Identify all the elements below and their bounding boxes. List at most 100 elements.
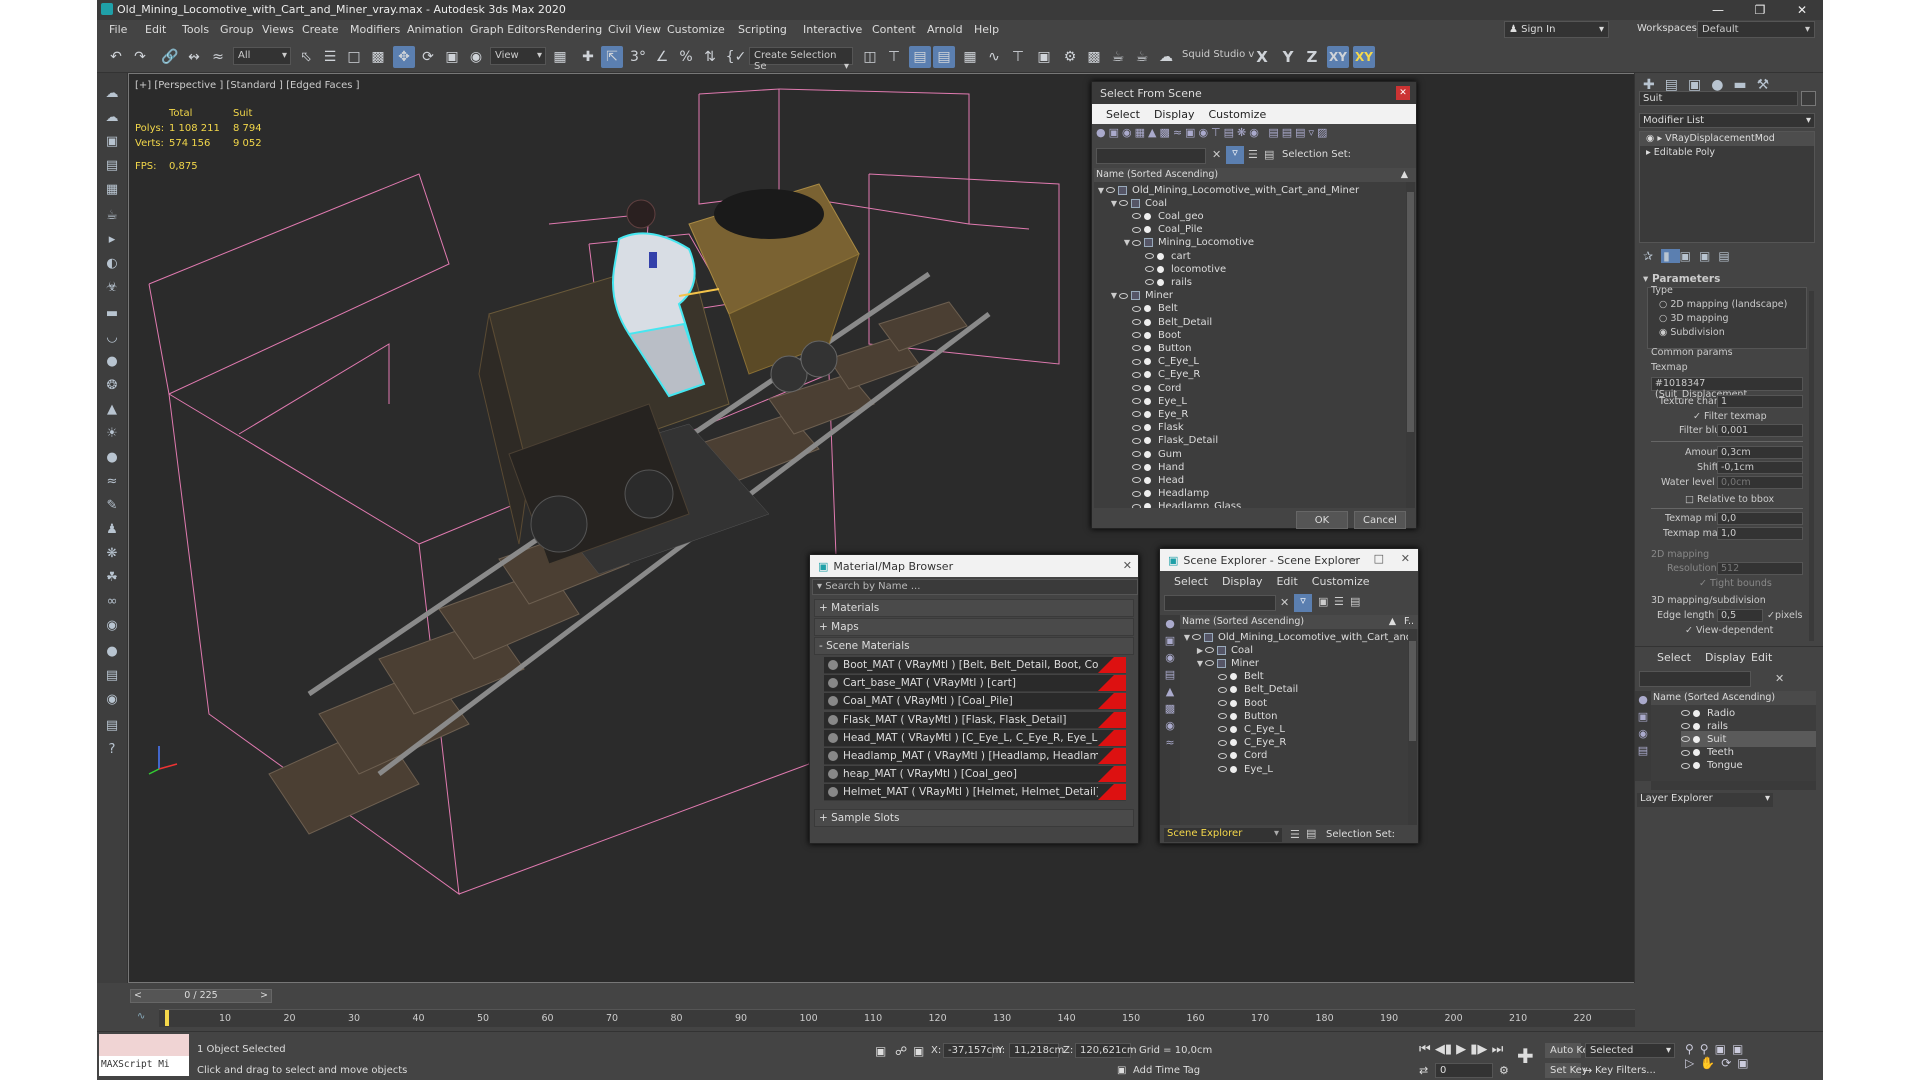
resolution-spinner[interactable]: 512 <box>1717 562 1803 575</box>
visibility-eye-icon[interactable] <box>1681 762 1690 769</box>
scene-material-item[interactable]: Head_MAT ( VRayMtl ) [C_Eye_L, C_Eye_R, … <box>824 729 1126 747</box>
texmap-button[interactable]: #1018347 (Suit_Displacement <box>1651 377 1803 400</box>
absolute-mode-icon[interactable]: ▣ <box>913 1044 924 1058</box>
visibility-eye-icon[interactable] <box>1681 749 1690 756</box>
tree-object-item[interactable]: Eye_L <box>1208 761 1273 777</box>
collapse-icon[interactable]: ▼ <box>1195 659 1205 668</box>
menu-customize[interactable]: Customize <box>667 23 725 36</box>
texmap-min-spinner[interactable]: 0,0 <box>1717 512 1803 525</box>
sphere-icon[interactable]: ● <box>102 351 122 371</box>
visibility-eye-icon[interactable] <box>1132 239 1141 246</box>
maximize-viewport-icon[interactable]: ▣ <box>1737 1056 1754 1070</box>
clear-search-icon[interactable]: ✕ <box>1212 148 1221 161</box>
select-place-icon[interactable]: ◉ <box>465 46 487 68</box>
set-key-button[interactable]: Set Key <box>1545 1063 1588 1078</box>
close-icon[interactable]: ✕ <box>1396 86 1410 100</box>
rect-region-icon[interactable]: □ <box>343 46 365 68</box>
menu-interactive[interactable]: Interactive <box>803 23 862 36</box>
named-selection-icon[interactable]: {✓ <box>725 46 747 68</box>
layer-filter-bar[interactable]: ● ▣ ◉ ▤ <box>1635 691 1651 781</box>
axis-xy-cycle-button[interactable]: XY <box>1353 46 1375 68</box>
ref-coord-select[interactable]: View ▾ <box>490 47 546 65</box>
pan-icon[interactable]: ✋ <box>1700 1056 1721 1070</box>
visibility-eye-icon[interactable] <box>1218 726 1227 733</box>
help-icon[interactable]: ? <box>102 739 122 759</box>
layer-find-input[interactable] <box>1639 671 1751 687</box>
scene-material-item[interactable]: Cart_base_MAT ( VRayMtl ) [cart] <box>824 675 1126 693</box>
layer-horizontal-scrollbar[interactable] <box>1651 781 1816 790</box>
visibility-eye-icon[interactable] <box>1218 686 1227 693</box>
visibility-eye-icon[interactable] <box>1132 437 1141 444</box>
auto-key-button[interactable]: Auto Key <box>1545 1043 1595 1058</box>
ok-button[interactable]: OK <box>1296 511 1348 529</box>
visibility-eye-icon[interactable] <box>1681 736 1690 743</box>
scene-material-item[interactable]: Headlamp_MAT ( VRayMtl ) [Headlamp, Head… <box>824 748 1126 765</box>
eye-icon[interactable]: ◉ <box>1646 133 1657 144</box>
spinner-snap-icon[interactable]: ⇅ <box>699 46 721 68</box>
track-bar[interactable]: 10 20 30 40 50 60 70 80 90 100 110 120 130 140 150 160 1… <box>159 1009 1635 1027</box>
sign-in-button[interactable]: ♟ Sign In ▾ <box>1504 21 1609 38</box>
clear-search-icon[interactable]: ✕ <box>1775 672 1784 685</box>
water-level-spinner[interactable]: 0,0cm <box>1717 476 1803 489</box>
visibility-eye-icon[interactable] <box>1132 503 1141 508</box>
time-config-icon[interactable]: ⚙ <box>1499 1064 1509 1077</box>
lock-icon[interactable]: ▣ <box>1318 595 1328 608</box>
view-dependent-checkbox[interactable]: ✓ View-dependent <box>1685 625 1773 636</box>
layer-list-item[interactable]: Tongue <box>1681 758 1816 774</box>
properties-icon[interactable]: ▤ <box>102 715 122 735</box>
align-icon[interactable]: ⊤ <box>883 46 905 68</box>
visibility-eye-icon[interactable] <box>1106 187 1115 193</box>
axis-y-button[interactable]: Y <box>1277 46 1299 68</box>
relative-bbox-checkbox[interactable]: □ Relative to bbox <box>1685 494 1774 505</box>
visibility-eye-icon[interactable] <box>1132 332 1141 339</box>
collapse-icon[interactable]: ▼ <box>1109 291 1119 300</box>
close-icon[interactable]: ✕ <box>1781 0 1823 20</box>
modifier-stack-item[interactable]: ▸ Editable Poly <box>1640 146 1814 160</box>
create-geometry-icon[interactable]: ☁ <box>102 83 122 103</box>
snaps-toggle-icon[interactable]: 3° <box>627 46 649 68</box>
close-icon[interactable]: ✕ <box>1401 552 1410 565</box>
menu-display[interactable]: Display <box>1222 575 1263 588</box>
find-input[interactable] <box>1096 148 1206 164</box>
visibility-eye-icon[interactable] <box>1132 411 1141 418</box>
amount-spinner[interactable]: 0,3cm <box>1717 446 1803 459</box>
systems-icon[interactable]: ◐ <box>102 253 122 273</box>
isolate-selection-icon[interactable]: ▣ <box>875 1044 886 1058</box>
layer-list-header[interactable]: Name (Sorted Ascending) <box>1651 691 1816 705</box>
visibility-eye-icon[interactable] <box>1145 266 1154 273</box>
materials-section[interactable]: + Materials <box>814 599 1134 617</box>
sun-icon[interactable]: ☀ <box>102 423 122 443</box>
tree-object-item[interactable]: Headlamp_Glass <box>1122 499 1241 508</box>
scene-material-item[interactable]: Flask_MAT ( VRayMtl ) [Flask, Flask_Deta… <box>824 711 1126 729</box>
visibility-eye-icon[interactable] <box>1218 673 1227 680</box>
scene-explorer-scrollbar[interactable] <box>1408 629 1417 825</box>
object-color-swatch[interactable] <box>1801 91 1816 106</box>
visibility-eye-icon[interactable] <box>1132 424 1141 431</box>
scene-materials-section[interactable]: - Scene Materials <box>814 637 1134 655</box>
select-manipulate-icon[interactable]: ✚ <box>577 46 599 68</box>
visibility-eye-icon[interactable] <box>1192 634 1201 640</box>
select-scale-icon[interactable]: ▣ <box>441 46 463 68</box>
scene-explorer-find-input[interactable] <box>1164 595 1276 611</box>
current-frame-field[interactable]: 0 <box>1435 1063 1493 1078</box>
visibility-eye-icon[interactable] <box>1145 279 1154 286</box>
menu-display[interactable]: Display <box>1705 651 1746 664</box>
mirror-icon[interactable]: ◫ <box>859 46 881 68</box>
visibility-eye-icon[interactable] <box>1145 253 1154 259</box>
keyboard-shortcut-icon[interactable]: ⇱ <box>601 46 623 68</box>
layers-icon[interactable]: ▤ <box>102 665 122 685</box>
visibility-eye-icon[interactable] <box>1119 200 1128 207</box>
remove-modifier-icon[interactable]: ▣ <box>1699 249 1718 263</box>
command-panel-scrollbar[interactable] <box>1809 291 1814 641</box>
cloth-icon[interactable]: ☣ <box>102 277 122 297</box>
object-name-input[interactable]: Suit <box>1639 91 1798 106</box>
filter-type-icon[interactable]: ● ▣ ◉ ▤ ▲ ▩ ◉ ≈ <box>1160 615 1180 751</box>
character-icon[interactable]: ♟ <box>102 519 122 539</box>
menu-tools[interactable]: Tools <box>182 23 209 36</box>
layer-explorer-select[interactable]: Layer Explorer ▾ <box>1637 793 1773 807</box>
keyframe-icon[interactable]: ↪ <box>1583 1064 1592 1077</box>
cone-icon[interactable]: ▲ <box>102 399 122 419</box>
hemisphere-icon[interactable]: ◡ <box>102 327 122 347</box>
hair-icon[interactable]: ≈ <box>102 471 122 491</box>
layers-icon[interactable]: ▤ <box>1350 595 1360 608</box>
